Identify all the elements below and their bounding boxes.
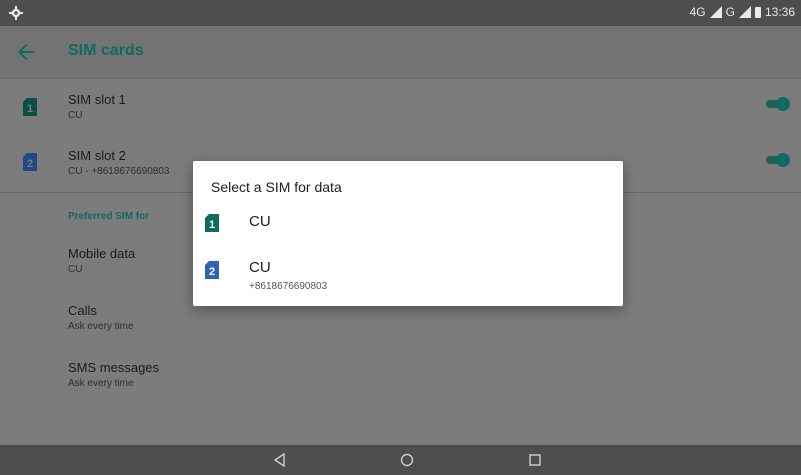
battery-icon bbox=[754, 6, 761, 18]
sim-card-1-icon: 1 bbox=[23, 98, 37, 116]
sms-subtitle: Ask every time bbox=[68, 378, 134, 389]
select-sim-dialog: Select a SIM for data 1 CU 2 CU +8618676… bbox=[193, 161, 623, 306]
page-title: SIM cards bbox=[68, 42, 144, 59]
sim-slot-1-toggle[interactable] bbox=[766, 97, 790, 111]
sim-card-2-icon: 2 bbox=[205, 261, 219, 279]
dialog-option-1-label: CU bbox=[249, 213, 271, 230]
sim-slot-1-row[interactable]: 1 SIM slot 1 CU bbox=[0, 78, 801, 136]
navigation-bar bbox=[0, 445, 801, 475]
mobile-data-subtitle: CU bbox=[68, 264, 83, 275]
settings-gear-icon bbox=[9, 6, 23, 20]
dialog-option-2-label: CU bbox=[249, 259, 271, 276]
sim-slot-2-subtitle: CU - +8618676690803 bbox=[68, 166, 170, 177]
signal-2-icon bbox=[738, 6, 751, 18]
sim-slot-1-subtitle: CU bbox=[68, 110, 83, 121]
sim-slot-2-title: SIM slot 2 bbox=[68, 148, 126, 163]
sim-card-2-icon: 2 bbox=[23, 153, 37, 171]
signal-icon bbox=[709, 6, 722, 18]
nav-back-icon[interactable] bbox=[272, 452, 288, 468]
sim-slot-2-toggle[interactable] bbox=[766, 153, 790, 167]
status-bar: 4G G 13:36 bbox=[0, 0, 801, 26]
svg-text:2: 2 bbox=[209, 266, 215, 278]
mobile-data-title: Mobile data bbox=[68, 246, 136, 261]
calls-subtitle: Ask every time bbox=[68, 321, 134, 332]
svg-text:1: 1 bbox=[27, 103, 33, 115]
sim-card-1-icon: 1 bbox=[205, 214, 219, 232]
status-icons: 4G G 13:36 bbox=[690, 5, 795, 19]
dialog-option-2-number: +8618676690803 bbox=[249, 281, 328, 292]
svg-text:2: 2 bbox=[27, 158, 33, 170]
dialog-option-sim-1[interactable]: 1 CU bbox=[193, 205, 623, 241]
sms-title: SMS messages bbox=[68, 360, 160, 375]
preferred-sim-header: Preferred SIM for bbox=[68, 211, 150, 222]
preferred-sms-row[interactable]: SMS messages Ask every time bbox=[0, 354, 801, 404]
network-type-label: 4G bbox=[689, 5, 706, 19]
app-bar: SIM cards bbox=[0, 26, 801, 79]
dialog-option-sim-2[interactable]: 2 CU +8618676690803 bbox=[193, 251, 623, 297]
sim-slot-1-title: SIM slot 1 bbox=[68, 92, 126, 107]
network-type-2-label: G bbox=[725, 5, 735, 19]
nav-home-icon[interactable] bbox=[399, 452, 415, 468]
dialog-title: Select a SIM for data bbox=[211, 179, 342, 195]
clock: 13:36 bbox=[764, 5, 795, 19]
nav-recents-icon[interactable] bbox=[527, 452, 543, 468]
calls-title: Calls bbox=[68, 303, 97, 318]
svg-text:1: 1 bbox=[209, 219, 215, 231]
back-arrow-icon[interactable] bbox=[14, 40, 38, 64]
